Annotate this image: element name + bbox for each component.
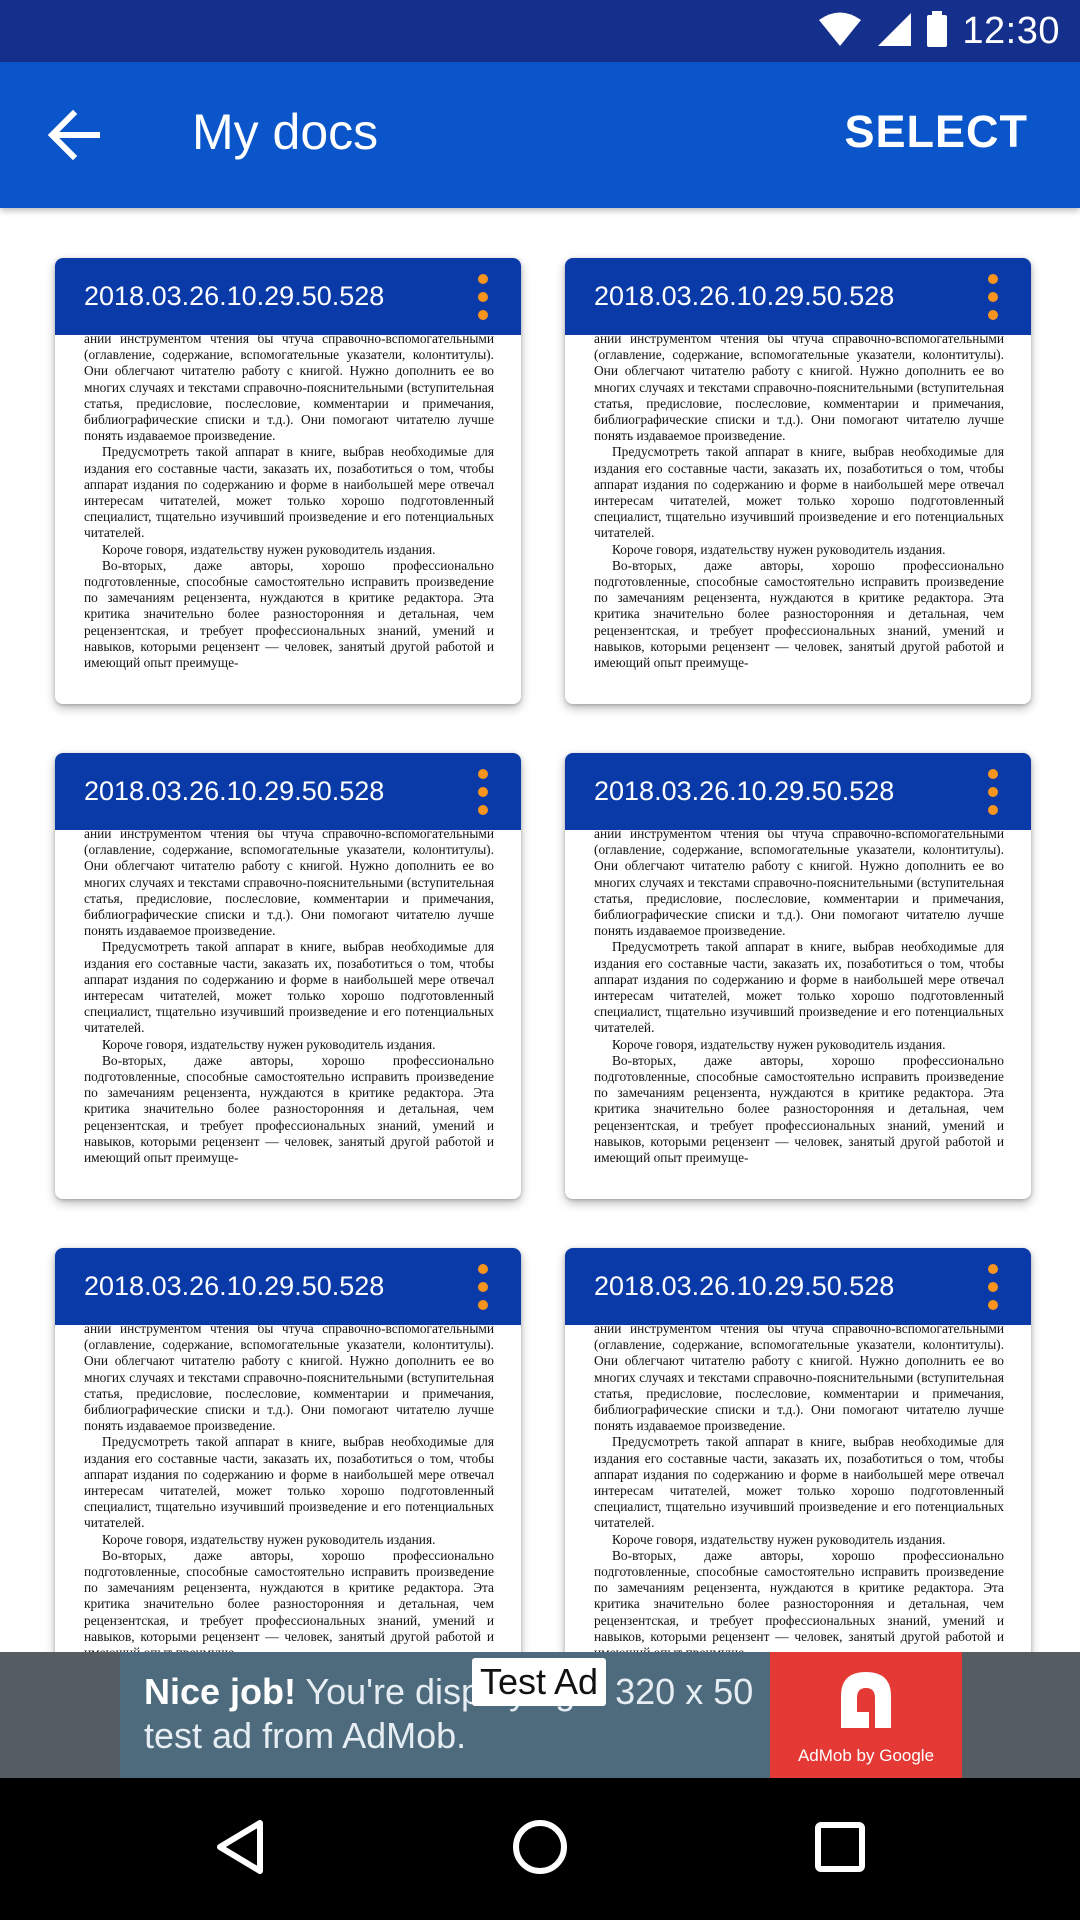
doc-card-header: 2018.03.26.10.29.50.528 <box>565 258 1031 335</box>
doc-card-header: 2018.03.26.10.29.50.528 <box>55 753 521 830</box>
doc-card-header: 2018.03.26.10.29.50.528 <box>55 258 521 335</box>
doc-card[interactable]: 2018.03.26.10.29.50.528 ании инструменто… <box>55 1248 521 1652</box>
doc-thumbnail: ании инструментом чтения бы чтуча справо… <box>565 335 1031 704</box>
doc-card-header: 2018.03.26.10.29.50.528 <box>565 753 1031 830</box>
doc-card[interactable]: 2018.03.26.10.29.50.528 ании инструменто… <box>55 753 521 1199</box>
doc-thumbnail: ании инструментом чтения бы чтуча справо… <box>565 1325 1031 1652</box>
status-time: 12:30 <box>962 9 1060 52</box>
doc-thumbnail: ании инструментом чтения бы чтуча справо… <box>55 830 521 1199</box>
page-title: My docs <box>192 104 379 160</box>
doc-title: 2018.03.26.10.29.50.528 <box>594 776 895 806</box>
doc-title: 2018.03.26.10.29.50.528 <box>594 1271 895 1301</box>
ad-headline: Nice job! <box>144 1671 297 1712</box>
doc-card[interactable]: 2018.03.26.10.29.50.528 ании инструменто… <box>565 258 1031 704</box>
status-bar: 12:30 <box>0 0 1080 62</box>
admob-logo-text: AdMob by Google <box>797 1746 935 1765</box>
docs-grid: 2018.03.26.10.29.50.528 ании инструменто… <box>0 208 1080 1652</box>
doc-card[interactable]: 2018.03.26.10.29.50.528 ании инструменто… <box>565 753 1031 1199</box>
battery-icon <box>926 10 948 52</box>
doc-preview-text: ании инструментом чтения бы чтуча справо… <box>594 1325 1004 1652</box>
doc-title: 2018.03.26.10.29.50.528 <box>84 1271 385 1301</box>
doc-thumbnail: ании инструментом чтения бы чтуча справо… <box>55 1325 521 1652</box>
app-bar: My docs SELECT <box>0 62 1080 208</box>
nav-recents-button[interactable] <box>805 1814 875 1884</box>
doc-preview-text: ании инструментом чтения бы чтуча справо… <box>84 1325 494 1652</box>
test-ad-label: Test Ad <box>472 1658 607 1706</box>
more-options-button[interactable] <box>977 769 1009 815</box>
nav-back-button[interactable] <box>205 1814 275 1884</box>
admob-icon <box>831 1666 901 1736</box>
wifi-icon <box>818 11 862 52</box>
doc-preview-text: ании инструментом чтения бы чтуча справо… <box>84 335 494 671</box>
doc-thumbnail: ании инструментом чтения бы чтуча справо… <box>565 830 1031 1199</box>
select-button[interactable]: SELECT <box>844 102 1028 162</box>
doc-card-header: 2018.03.26.10.29.50.528 <box>55 1248 521 1325</box>
status-icons: 12:30 <box>818 0 1060 62</box>
doc-card[interactable]: 2018.03.26.10.29.50.528 ании инструменто… <box>55 258 521 704</box>
doc-title: 2018.03.26.10.29.50.528 <box>594 281 895 311</box>
ad-banner[interactable]: Nice job! You're displaying a 320 x 50 t… <box>0 1652 1080 1778</box>
system-nav-bar <box>0 1778 1080 1920</box>
arrow-back-icon <box>47 109 101 165</box>
back-button[interactable] <box>34 97 114 177</box>
doc-title: 2018.03.26.10.29.50.528 <box>84 776 385 806</box>
more-options-button[interactable] <box>467 274 499 320</box>
nav-home-button[interactable] <box>505 1814 575 1884</box>
signal-icon <box>876 11 912 52</box>
doc-title: 2018.03.26.10.29.50.528 <box>84 281 385 311</box>
more-options-button[interactable] <box>467 769 499 815</box>
doc-preview-text: ании инструментом чтения бы чтуча справо… <box>84 830 494 1166</box>
circle-home-icon <box>510 1817 570 1882</box>
doc-preview-text: ании инструментом чтения бы чтуча справо… <box>594 335 1004 671</box>
more-options-button[interactable] <box>977 274 1009 320</box>
doc-preview-text: ании инструментом чтения бы чтуча справо… <box>594 830 1004 1166</box>
square-recents-icon <box>810 1817 870 1882</box>
doc-card[interactable]: 2018.03.26.10.29.50.528 ании инструменто… <box>565 1248 1031 1652</box>
more-options-button[interactable] <box>977 1264 1009 1310</box>
doc-thumbnail: ании инструментом чтения бы чтуча справо… <box>55 335 521 704</box>
admob-logo: AdMob by Google <box>770 1652 962 1778</box>
more-options-button[interactable] <box>467 1264 499 1310</box>
doc-card-header: 2018.03.26.10.29.50.528 <box>565 1248 1031 1325</box>
triangle-back-icon <box>210 1817 270 1882</box>
ad-text: Nice job! You're displaying a 320 x 50 t… <box>144 1670 764 1758</box>
